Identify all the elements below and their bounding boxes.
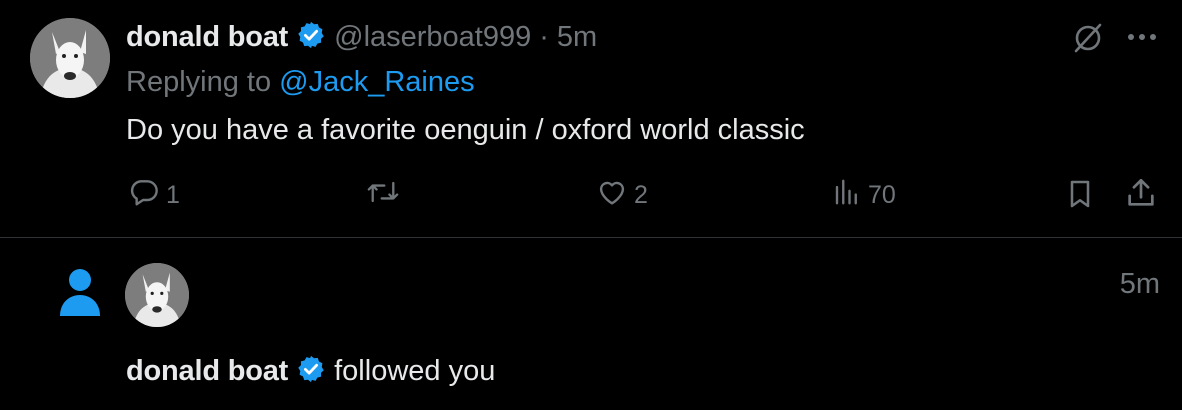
grok-icon[interactable] [1071,21,1105,60]
verified-badge-icon [296,354,326,389]
heart-icon [596,176,628,215]
tweet-timestamp[interactable]: 5m [557,21,597,54]
replying-prefix: Replying to [126,66,272,98]
author-avatar[interactable] [30,18,110,98]
replying-to: Replying to @Jack_Raines [126,66,475,99]
more-icon[interactable] [1126,30,1158,48]
views-count: 70 [868,181,896,209]
retweet-button[interactable] [365,176,407,215]
separator-dot: · [539,21,549,53]
bookmark-icon[interactable] [1064,177,1096,216]
views-button[interactable]: 70 [832,176,896,215]
tweet-header: donald boat @laserboat999 · 5m [126,20,597,55]
follow-action-text: followed you [334,355,496,387]
like-count: 2 [634,181,648,209]
tweet-text: Do you have a favorite oenguin / oxford … [126,114,805,146]
reply-count: 1 [166,181,180,209]
author-handle[interactable]: @laserboat999 [334,21,531,54]
views-icon [832,176,862,215]
follower-avatar[interactable] [125,263,189,327]
replying-handle-link[interactable]: @Jack_Raines [279,66,474,98]
follower-name[interactable]: donald boat [126,355,288,388]
share-icon[interactable] [1124,176,1158,215]
retweet-icon [365,176,401,215]
divider [0,237,1182,238]
author-name[interactable]: donald boat [126,21,288,54]
person-icon [56,266,104,323]
reply-icon [128,176,160,215]
verified-badge-icon [296,20,326,55]
notification-timestamp: 5m [1119,268,1160,300]
notification-text: donald boat followed you [126,354,495,389]
reply-button[interactable]: 1 [128,176,180,215]
like-button[interactable]: 2 [596,176,648,215]
